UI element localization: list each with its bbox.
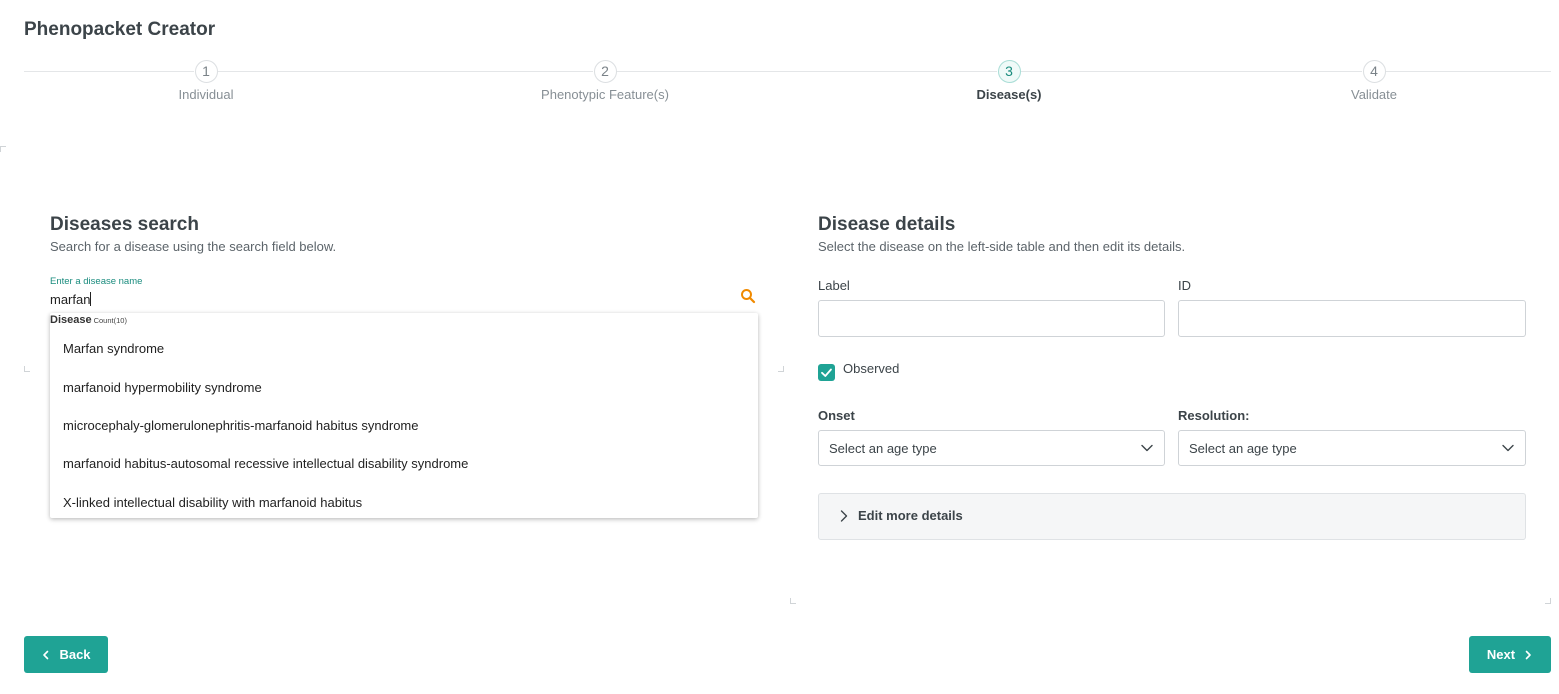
frame-corner: [1545, 598, 1551, 604]
details-panel-title: Disease details: [818, 214, 956, 235]
check-icon: [821, 368, 832, 377]
results-header-label: Disease: [50, 314, 92, 326]
frame-corner: [0, 146, 6, 152]
results-header: Disease Count(10): [50, 314, 127, 326]
onset-label: Onset: [818, 408, 855, 423]
search-panel-title: Diseases search: [50, 214, 199, 235]
search-input-value: marfan: [50, 292, 91, 307]
result-item[interactable]: microcephaly-glomerulonephritis-marfanoi…: [63, 418, 419, 433]
details-panel-subtitle: Select the disease on the left-side tabl…: [818, 239, 1186, 254]
frame-corner: [790, 598, 796, 604]
search-results-dropdown: Disease Count(10) Marfan syndrome marfano…: [50, 313, 758, 518]
resolution-select-value: Select an age type: [1189, 441, 1297, 456]
chevron-down-icon: [1502, 444, 1514, 452]
observed-label: Observed: [843, 361, 900, 376]
search-input[interactable]: marfan: [50, 292, 92, 307]
result-item[interactable]: marfanoid habitus-autosomal recessive in…: [63, 456, 468, 471]
chevron-down-icon: [1141, 444, 1153, 452]
step-number: 3: [997, 60, 1021, 83]
step-validate[interactable]: 4 Validate: [1224, 60, 1524, 102]
step-label: Individual: [178, 87, 234, 102]
observed-checkbox[interactable]: [818, 364, 835, 381]
chevron-left-icon: [43, 650, 49, 659]
chevron-right-icon: [840, 510, 848, 522]
text-caret: [90, 292, 92, 306]
stepper: 1 Individual 2 Phenotypic Feature(s) 3 D…: [24, 60, 1551, 110]
id-field[interactable]: [1178, 300, 1526, 337]
result-item[interactable]: X-linked intellectual disability with ma…: [63, 495, 362, 510]
resolution-select[interactable]: Select an age type: [1178, 430, 1526, 466]
onset-select-value: Select an age type: [829, 441, 937, 456]
frame-corner: [24, 366, 30, 372]
search-icon[interactable]: [739, 287, 757, 305]
step-number: 4: [1362, 60, 1386, 83]
label-field[interactable]: [818, 300, 1165, 337]
step-label: Phenotypic Feature(s): [541, 87, 669, 102]
step-number: 2: [593, 60, 617, 83]
edit-more-details-accordion[interactable]: Edit more details: [818, 493, 1526, 540]
frame-corner: [778, 366, 784, 372]
back-button-label: Back: [59, 647, 91, 662]
result-item[interactable]: Marfan syndrome: [63, 341, 164, 356]
search-input-label: Enter a disease name: [50, 276, 143, 287]
step-number: 1: [194, 60, 218, 83]
step-individual[interactable]: 1 Individual: [56, 60, 356, 102]
label-field-label: Label: [818, 278, 850, 293]
chevron-right-icon: [1525, 650, 1531, 659]
results-count: Count(10): [93, 316, 127, 325]
next-button[interactable]: Next: [1469, 636, 1551, 673]
step-diseases[interactable]: 3 Disease(s): [859, 60, 1159, 102]
app-title: Phenopacket Creator: [24, 19, 216, 40]
step-label: Disease(s): [976, 87, 1042, 102]
search-panel-subtitle: Search for a disease using the search fi…: [50, 239, 337, 254]
resolution-label: Resolution:: [1178, 408, 1250, 423]
onset-select[interactable]: Select an age type: [818, 430, 1165, 466]
step-phenotypic-features[interactable]: 2 Phenotypic Feature(s): [455, 60, 755, 102]
id-field-label: ID: [1178, 278, 1191, 293]
result-item[interactable]: marfanoid hypermobility syndrome: [63, 380, 262, 395]
next-button-label: Next: [1486, 647, 1516, 662]
back-button[interactable]: Back: [24, 636, 108, 673]
step-label: Validate: [1350, 87, 1397, 102]
edit-more-details-label: Edit more details: [858, 508, 963, 523]
